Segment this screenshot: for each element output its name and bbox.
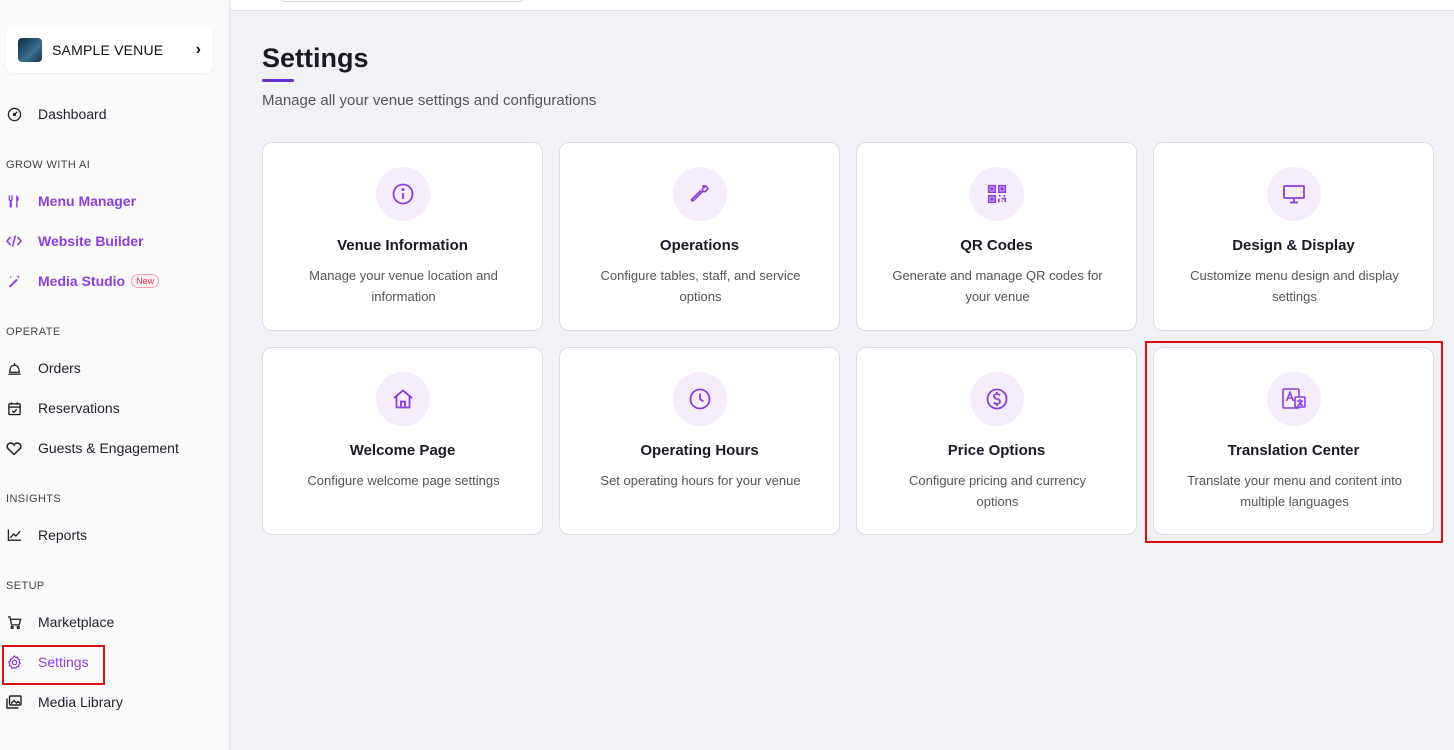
sidebar-item-website-builder[interactable]: Website Builder <box>0 227 230 255</box>
dollar-icon <box>970 372 1024 426</box>
heart-icon <box>6 440 22 456</box>
chart-line-icon <box>6 527 22 543</box>
info-icon <box>376 167 430 221</box>
highlight-box-settings <box>2 645 105 685</box>
card-price-options[interactable]: Price Options Configure pricing and curr… <box>856 347 1137 535</box>
venue-name: SAMPLE VENUE <box>52 42 164 58</box>
new-badge: New <box>131 274 160 288</box>
sidebar-item-label: Media Library <box>38 694 123 710</box>
top-bar <box>231 0 1454 11</box>
card-welcome-page[interactable]: Welcome Page Configure welcome page sett… <box>262 347 543 535</box>
card-design-display[interactable]: Design & Display Customize menu design a… <box>1153 142 1434 331</box>
monitor-icon <box>1267 167 1321 221</box>
card-description: Configure pricing and currency options <box>908 473 1087 509</box>
sidebar-item-label: Orders <box>38 360 81 376</box>
sidebar-item-reservations[interactable]: Reservations <box>0 394 230 422</box>
qr-code-icon <box>970 167 1024 221</box>
card-title: Design & Display <box>1232 237 1355 254</box>
sidebar-item-dashboard[interactable]: Dashboard <box>0 100 230 128</box>
home-icon <box>376 372 430 426</box>
images-icon <box>6 694 22 710</box>
section-label-insights: INSIGHTS <box>6 493 62 505</box>
sidebar-item-orders[interactable]: Orders <box>0 354 230 382</box>
sidebar-item-label: Marketplace <box>38 614 115 630</box>
chevron-right-icon: › <box>195 41 201 58</box>
page-title: Settings <box>262 43 369 73</box>
sidebar-item-menu-manager[interactable]: Menu Manager <box>0 187 230 215</box>
venue-switcher[interactable]: SAMPLE VENUE › <box>6 27 213 73</box>
card-title: Welcome Page <box>349 442 456 459</box>
sidebar-item-label: Guests & Engagement <box>38 440 179 456</box>
clock-icon <box>673 372 727 426</box>
highlight-box-translation-center <box>1145 341 1443 543</box>
calendar-check-icon <box>6 400 22 416</box>
sidebar-item-guests[interactable]: Guests & Engagement <box>0 434 230 462</box>
card-description: Set operating hours for your venue <box>600 473 801 488</box>
cart-icon <box>6 614 22 630</box>
card-description: Configure tables, staff, and service opt… <box>600 268 801 304</box>
utensils-icon <box>6 193 22 209</box>
sidebar-item-label: Dashboard <box>38 106 107 122</box>
sidebar-item-media-library[interactable]: Media Library <box>0 688 230 716</box>
wrench-icon <box>673 167 727 221</box>
magic-wand-icon <box>6 273 22 289</box>
section-label-setup: SETUP <box>6 580 45 592</box>
code-icon <box>6 233 22 249</box>
card-operations[interactable]: Operations Configure tables, staff, and … <box>559 142 840 331</box>
card-title: QR Codes <box>960 237 1033 254</box>
sidebar-item-reports[interactable]: Reports <box>0 521 230 549</box>
page-subtitle: Manage all your venue settings and confi… <box>262 92 597 109</box>
card-title: Venue Information <box>337 237 468 254</box>
card-description: Generate and manage QR codes for your ve… <box>892 268 1103 304</box>
card-operating-hours[interactable]: Operating Hours Set operating hours for … <box>559 347 840 535</box>
card-venue-information[interactable]: Venue Information Manage your venue loca… <box>262 142 543 331</box>
card-title: Price Options <box>947 442 1046 459</box>
section-label-grow: GROW WITH AI <box>6 159 91 171</box>
section-label-operate: OPERATE <box>6 326 61 338</box>
card-description: Configure welcome page settings <box>307 473 500 488</box>
dashboard-icon <box>6 106 22 122</box>
sidebar-item-media-studio[interactable]: Media Studio New <box>0 267 230 295</box>
sidebar-item-label: Website Builder <box>38 233 144 249</box>
card-title: Operations <box>659 237 740 254</box>
sidebar-item-label: Reports <box>38 527 88 543</box>
card-title: Operating Hours <box>640 442 759 459</box>
sidebar-item-label: Media Studio <box>38 273 126 289</box>
sidebar: SAMPLE VENUE › Dashboard GROW WITH AI Me… <box>0 0 230 750</box>
sidebar-item-label: Menu Manager <box>38 193 137 209</box>
card-description: Customize menu design and display settin… <box>1190 268 1399 304</box>
venue-logo <box>18 38 42 62</box>
sidebar-item-label: Reservations <box>38 400 120 416</box>
sidebar-item-marketplace[interactable]: Marketplace <box>0 608 230 636</box>
title-underline <box>262 79 294 82</box>
top-search-input[interactable] <box>279 0 525 2</box>
card-qr-codes[interactable]: QR Codes Generate and manage QR codes fo… <box>856 142 1137 331</box>
card-description: Manage your venue location and informati… <box>309 268 498 304</box>
bell-icon <box>6 360 22 376</box>
